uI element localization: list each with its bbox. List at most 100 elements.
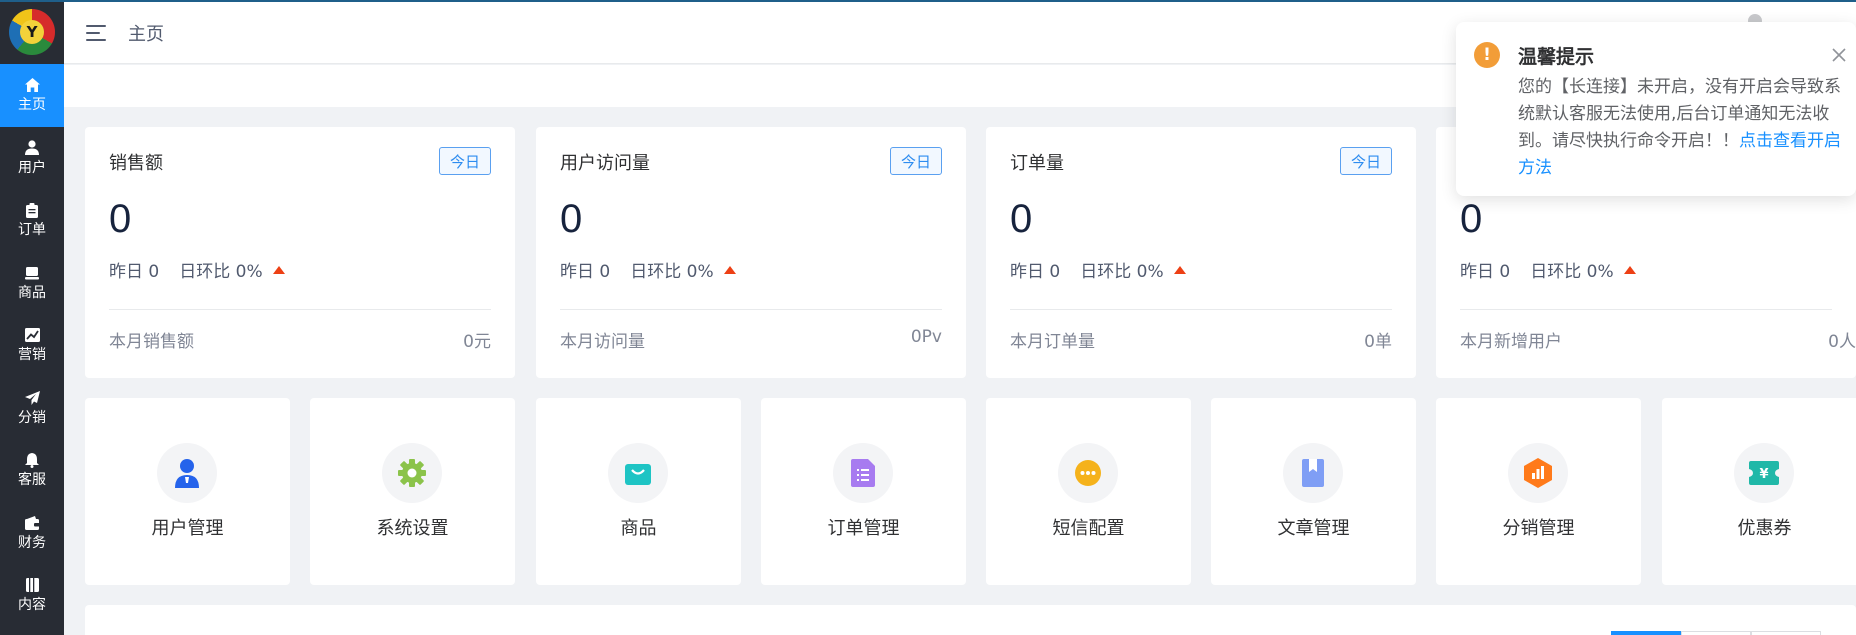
sidebar-item-label: 内容 xyxy=(18,597,46,614)
paper-plane-icon xyxy=(24,390,40,406)
stat-value: 0 xyxy=(109,197,132,241)
quick-sms-config[interactable]: 短信配置 xyxy=(986,398,1191,585)
quick-product[interactable]: 商品 xyxy=(536,398,741,585)
quick-user-management[interactable]: 用户管理 xyxy=(85,398,290,585)
logo-letter: Y xyxy=(20,20,44,44)
menu-toggle-icon[interactable] xyxy=(86,24,106,41)
message-icon xyxy=(1058,443,1118,503)
tab-2[interactable] xyxy=(1681,631,1751,635)
tab-1[interactable] xyxy=(1611,631,1681,635)
stat-compare: 昨日 0 日环比 0% xyxy=(1460,257,1636,282)
chart-icon xyxy=(24,327,40,343)
hexagon-chart-icon xyxy=(1508,443,1568,503)
product-icon xyxy=(24,265,40,281)
sidebar-item-finance[interactable]: 财务 xyxy=(0,502,64,565)
shopping-bag-icon xyxy=(608,443,668,503)
yesterday-value: 昨日 0 xyxy=(560,262,611,282)
yesterday-value: 昨日 0 xyxy=(1010,262,1061,282)
top-accent-line xyxy=(0,0,1856,2)
trend-up-icon xyxy=(1173,265,1186,274)
sidebar: Y 主页 用户 订单 商品 营销 分销 客服 财务 内容 xyxy=(0,0,64,635)
stat-value: 0 xyxy=(560,197,583,241)
day-ratio: 日环比 0% xyxy=(630,262,714,282)
month-value: 0单 xyxy=(1364,332,1392,352)
quick-label: 订单管理 xyxy=(827,518,900,539)
stat-compare: 昨日 0 日环比 0% xyxy=(560,257,736,282)
close-icon[interactable] xyxy=(1830,46,1848,64)
sidebar-item-home[interactable]: 主页 xyxy=(0,64,64,127)
bottom-panel xyxy=(85,605,1856,635)
month-label: 本月订单量 xyxy=(1010,332,1095,352)
notification-title: 温馨提示 xyxy=(1518,46,1595,68)
today-tag: 今日 xyxy=(439,147,491,175)
stat-compare: 昨日 0 日环比 0% xyxy=(1010,257,1186,282)
stat-card-visits: 用户访问量 今日 0 昨日 0 日环比 0% 本月访问量 0Pv xyxy=(536,127,966,378)
sidebar-item-label: 财务 xyxy=(18,534,46,551)
bell-icon xyxy=(24,452,40,468)
month-value: 0Pv xyxy=(910,327,942,347)
home-icon xyxy=(24,77,40,93)
sidebar-item-order[interactable]: 订单 xyxy=(0,189,64,252)
sidebar-item-label: 营销 xyxy=(18,347,46,364)
sidebar-item-user[interactable]: 用户 xyxy=(0,127,64,190)
quick-label: 短信配置 xyxy=(1052,518,1125,539)
document-icon xyxy=(833,443,893,503)
warning-icon: ! xyxy=(1474,42,1500,68)
sidebar-item-label: 分销 xyxy=(18,409,46,426)
month-label: 本月销售额 xyxy=(109,332,194,352)
sidebar-item-label: 主页 xyxy=(18,97,46,114)
divider xyxy=(109,309,491,310)
quick-coupon[interactable]: ¥ 优惠券 xyxy=(1662,398,1856,585)
quick-label: 系统设置 xyxy=(376,518,449,539)
stat-value: 0 xyxy=(1460,197,1483,241)
month-value: 0元 xyxy=(463,332,491,352)
trend-up-icon xyxy=(1623,265,1636,274)
bottom-tabs xyxy=(1611,631,1821,635)
svg-text:¥: ¥ xyxy=(1759,467,1768,482)
sidebar-item-distribution[interactable]: 分销 xyxy=(0,377,64,440)
month-value: 0人 xyxy=(1828,332,1856,352)
day-ratio: 日环比 0% xyxy=(1080,262,1164,282)
user-icon xyxy=(24,140,40,156)
stat-title: 用户访问量 xyxy=(560,153,650,174)
quick-label: 用户管理 xyxy=(151,518,224,539)
today-tag: 今日 xyxy=(890,147,942,175)
notification-text: 您的【长连接】未开启，没有开启会导致系统默认客服无法使用,后台订单通知无法收到。… xyxy=(1518,74,1848,182)
sidebar-item-label: 订单 xyxy=(18,222,46,239)
bookmark-icon xyxy=(1283,443,1343,503)
logo[interactable]: Y xyxy=(0,0,64,64)
trend-up-icon xyxy=(723,265,736,274)
stat-card-sales: 销售额 今日 0 昨日 0 日环比 0% 本月销售额 0元 xyxy=(85,127,515,378)
settings-gear-icon xyxy=(382,443,442,503)
quick-label: 文章管理 xyxy=(1277,518,1350,539)
quick-order-management[interactable]: 订单管理 xyxy=(761,398,966,585)
quick-label: 优惠券 xyxy=(1737,518,1792,539)
yesterday-value: 昨日 0 xyxy=(1460,262,1511,282)
sidebar-item-label: 客服 xyxy=(18,472,46,489)
quick-system-settings[interactable]: 系统设置 xyxy=(310,398,515,585)
divider xyxy=(1010,309,1392,310)
stat-title: 订单量 xyxy=(1010,153,1064,174)
quick-article-management[interactable]: 文章管理 xyxy=(1211,398,1416,585)
sidebar-item-marketing[interactable]: 营销 xyxy=(0,314,64,377)
book-icon xyxy=(24,577,40,593)
breadcrumb: 主页 xyxy=(128,23,164,45)
coupon-icon: ¥ xyxy=(1734,443,1794,503)
divider xyxy=(1460,309,1832,310)
wallet-icon xyxy=(24,515,40,531)
quick-label: 商品 xyxy=(620,518,657,539)
sidebar-item-label: 用户 xyxy=(18,159,46,176)
sidebar-item-label: 商品 xyxy=(18,284,46,301)
logo-mark: Y xyxy=(9,9,55,55)
tab-3[interactable] xyxy=(1751,631,1821,635)
stat-value: 0 xyxy=(1010,197,1033,241)
sidebar-item-service[interactable]: 客服 xyxy=(0,439,64,502)
sidebar-item-product[interactable]: 商品 xyxy=(0,252,64,315)
clipboard-icon xyxy=(24,202,40,218)
stat-card-orders: 订单量 今日 0 昨日 0 日环比 0% 本月订单量 0单 xyxy=(986,127,1416,378)
sidebar-item-content[interactable]: 内容 xyxy=(0,564,64,627)
today-tag: 今日 xyxy=(1340,147,1392,175)
yesterday-value: 昨日 0 xyxy=(109,262,160,282)
quick-distribution-management[interactable]: 分销管理 xyxy=(1436,398,1641,585)
month-label: 本月新增用户 xyxy=(1460,332,1562,352)
